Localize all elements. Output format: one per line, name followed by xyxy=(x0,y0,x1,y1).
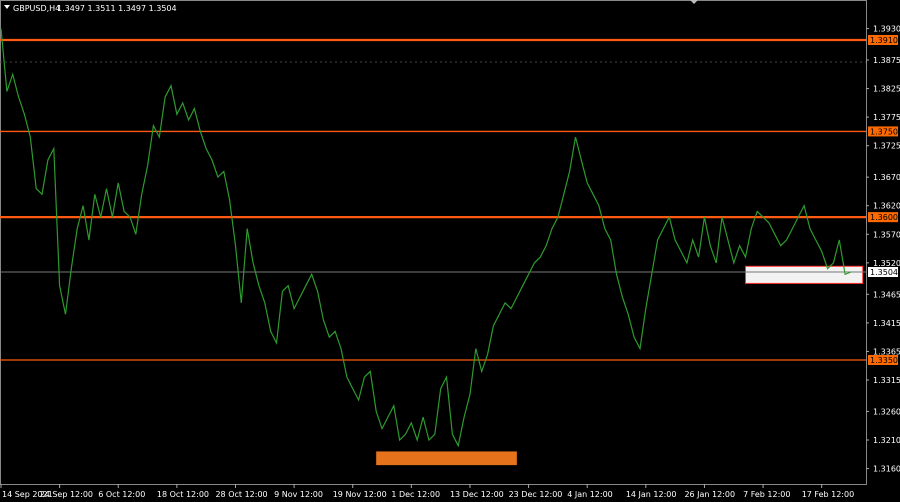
y-tick-label: 1.3210 xyxy=(873,436,900,445)
y-tick-label: 1.3570 xyxy=(873,230,900,239)
demand-zone xyxy=(376,451,517,466)
y-tick-label: 1.3875 xyxy=(873,56,900,65)
x-tick-label: 1 Dec 12:00 xyxy=(391,490,440,499)
y-tick-label: 1.3520 xyxy=(873,259,900,268)
y-tick-label: 1.3260 xyxy=(873,407,900,416)
y-tick-label: 1.3825 xyxy=(873,85,900,94)
x-tick-label: 18 Oct 12:00 xyxy=(157,490,209,499)
level-label: 1.3910 xyxy=(870,36,898,45)
x-tick-label: 4 Jan 12:00 xyxy=(567,490,613,499)
x-tick-label: 9 Nov 12:00 xyxy=(274,490,323,499)
x-tick-label: 6 Oct 12:00 xyxy=(98,490,145,499)
price-chart[interactable]: GBPUSD,H4 1.3497 1.3511 1.3497 1.3504 1.… xyxy=(0,0,900,502)
level-label: 1.3350 xyxy=(870,356,898,365)
y-tick-label: 1.3725 xyxy=(873,142,900,151)
chart-background xyxy=(0,0,900,502)
y-tick-label: 1.3620 xyxy=(873,202,900,211)
x-tick-label: 19 Nov 12:00 xyxy=(333,490,387,499)
y-tick-label: 1.3775 xyxy=(873,113,900,122)
y-tick-label: 1.3415 xyxy=(873,319,900,328)
current-price-label-group: 1.3504 xyxy=(868,267,898,277)
current-price-label: 1.3504 xyxy=(870,268,898,277)
x-tick-label: 17 Feb 12:00 xyxy=(802,490,854,499)
x-tick-label: 7 Feb 12:00 xyxy=(743,490,790,499)
x-tick-label: 23 Dec 12:00 xyxy=(509,490,563,499)
x-tick-label: 26 Jan 12:00 xyxy=(684,490,735,499)
y-tick-label: 1.3315 xyxy=(873,376,900,385)
x-tick-label: 24 Sep 12:00 xyxy=(40,490,93,499)
y-tick-label: 1.3465 xyxy=(873,290,900,299)
y-tick-label: 1.3160 xyxy=(873,465,900,474)
x-tick-label: 14 Jan 12:00 xyxy=(626,490,677,499)
level-label: 1.3600 xyxy=(870,213,898,222)
ohlc-readout: 1.3497 1.3511 1.3497 1.3504 xyxy=(57,4,177,13)
y-tick-label: 1.3670 xyxy=(873,173,900,182)
y-tick-label: 1.3930 xyxy=(873,25,900,34)
x-tick-label: 28 Oct 12:00 xyxy=(215,490,267,499)
symbol-timeframe: GBPUSD,H4 xyxy=(13,4,60,13)
level-label: 1.3750 xyxy=(870,127,898,136)
x-tick-label: 13 Dec 12:00 xyxy=(450,490,504,499)
